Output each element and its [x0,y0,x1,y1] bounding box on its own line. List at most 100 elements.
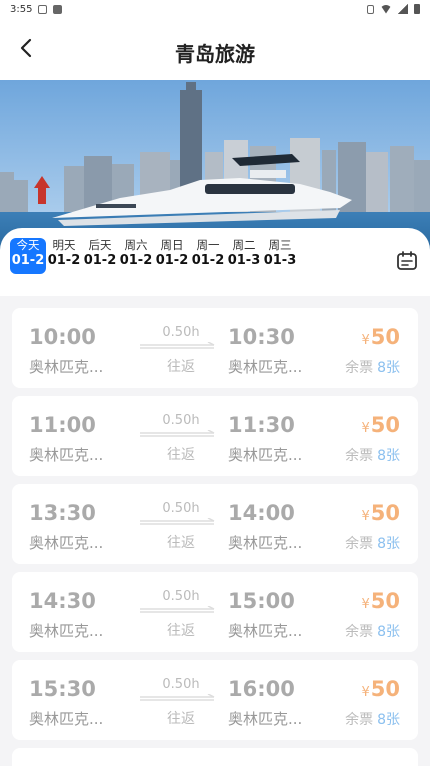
battery-icon [414,4,420,14]
trip-duration: 0.50h [162,325,200,340]
arrival-time: 11:30 [228,413,295,437]
ticket-price: ¥50 [361,589,400,613]
date-tab-tuesday[interactable]: 周二 01-3 [226,238,262,274]
date-tab-dow: 周二 [232,238,256,252]
arrival-time: 10:30 [228,325,295,349]
status-left: 3:55 [10,3,63,15]
departure-time: 10:00 [29,325,96,349]
arrival-place: 奥林匹克... [228,446,303,464]
trip-duration: 0.50h [162,589,200,604]
signal-icon [398,4,408,14]
page-title: 青岛旅游 [175,42,255,66]
date-tab-date: 01-3 [227,253,261,268]
date-tab-date: 01-2 [11,253,45,268]
trip-type: 往返 [167,711,195,727]
date-tab-today[interactable]: 今天 01-2 [10,238,46,274]
currency-symbol: ¥ [361,509,370,524]
trip-card[interactable]: 10:00 奥林匹克... 0.50h 往返 10:30 奥林匹克... ¥50… [12,308,418,388]
departure-place: 奥林匹克... [29,446,104,464]
ticket-price: ¥50 [361,413,400,437]
date-tab-sunday[interactable]: 周日 01-2 [154,238,190,274]
arrival-time: 14:00 [228,501,295,525]
date-tab-date: 01-3 [263,253,297,268]
remain-label: 余票 [345,712,374,728]
date-tab-dow: 明天 [52,238,76,252]
remaining-tickets: 余票 8张 [345,709,400,729]
date-tab-dow: 今天 [16,238,40,252]
trip-card[interactable]: 13:30 奥林匹克... 0.50h 往返 14:00 奥林匹克... ¥50… [12,484,418,564]
remain-count: 8张 [377,360,400,376]
currency-symbol: ¥ [361,333,370,348]
date-tab-wednesday[interactable]: 周三 01-3 [262,238,298,274]
date-tab-tomorrow[interactable]: 明天 01-2 [46,238,82,274]
currency-symbol: ¥ [361,421,370,436]
wifi-icon [380,4,392,14]
status-right [367,4,420,14]
departure-time: 14:30 [29,589,96,613]
date-tab-date: 01-2 [83,253,117,268]
trip-duration: 0.50h [162,677,200,692]
status-time: 3:55 [10,3,33,15]
departure-time: 13:30 [29,501,96,525]
departure-place: 奥林匹克... [29,622,104,640]
departure-time: 15:30 [29,677,96,701]
date-tab-day-after[interactable]: 后天 01-2 [82,238,118,274]
trip-card-partial[interactable] [12,748,418,766]
vibrate-icon [367,4,374,14]
remain-label: 余票 [345,448,374,464]
date-tab-dow: 周日 [160,238,184,252]
remaining-tickets: 余票 8张 [345,445,400,465]
date-tab-dow: 周六 [124,238,148,252]
date-tab-saturday[interactable]: 周六 01-2 [118,238,154,274]
trip-type: 往返 [167,535,195,551]
remain-count: 8张 [377,712,400,728]
date-selector: 今天 01-2 明天 01-2 后天 01-2 周六 01-2 周日 01-2 … [0,228,430,296]
trip-type: 往返 [167,623,195,639]
currency-symbol: ¥ [361,685,370,700]
remain-label: 余票 [345,536,374,552]
remain-count: 8张 [377,624,400,640]
departure-time: 11:00 [29,413,96,437]
remaining-tickets: 余票 8张 [345,533,400,553]
ticket-price: ¥50 [361,677,400,701]
departure-place: 奥林匹克... [29,534,104,552]
calendar-button[interactable] [396,250,418,272]
trip-type: 往返 [167,447,195,463]
date-tab-dow: 周一 [196,238,220,252]
trip-card[interactable]: 15:30 奥林匹克... 0.50h 往返 16:00 奥林匹克... ¥50… [12,660,418,740]
route-arrow-icon [140,518,215,525]
ticket-price: ¥50 [361,325,400,349]
date-tab-date: 01-2 [155,253,189,268]
arrival-place: 奥林匹克... [228,534,303,552]
trip-list: 10:00 奥林匹克... 0.50h 往返 10:30 奥林匹克... ¥50… [0,296,430,766]
remain-count: 8张 [377,536,400,552]
date-tab-date: 01-2 [119,253,153,268]
route-arrow-icon [140,430,215,437]
date-tab-date: 01-2 [47,253,81,268]
trip-card[interactable]: 14:30 奥林匹克... 0.50h 往返 15:00 奥林匹克... ¥50… [12,572,418,652]
arrival-place: 奥林匹克... [228,710,303,728]
notification-app-icon [53,4,63,14]
arrival-time: 16:00 [228,677,295,701]
route-arrow-icon [140,342,215,349]
calendar-icon [397,251,417,270]
remaining-tickets: 余票 8张 [345,357,400,377]
date-tab-monday[interactable]: 周一 01-2 [190,238,226,274]
currency-symbol: ¥ [361,597,370,612]
price-value: 50 [370,501,400,525]
price-value: 50 [370,413,400,437]
arrival-time: 15:00 [228,589,295,613]
arrival-place: 奥林匹克... [228,358,303,376]
remain-label: 余票 [345,360,374,376]
notification-a-icon [38,4,48,14]
status-bar: 3:55 [0,0,430,18]
price-value: 50 [370,325,400,349]
date-tab-date: 01-2 [191,253,225,268]
trip-card[interactable]: 11:00 奥林匹克... 0.50h 往返 11:30 奥林匹克... ¥50… [12,396,418,476]
date-tab-dow: 后天 [88,238,112,252]
departure-place: 奥林匹克... [29,710,104,728]
banner-image [0,80,430,250]
price-value: 50 [370,589,400,613]
route-arrow-icon [140,606,215,613]
arrival-place: 奥林匹克... [228,622,303,640]
